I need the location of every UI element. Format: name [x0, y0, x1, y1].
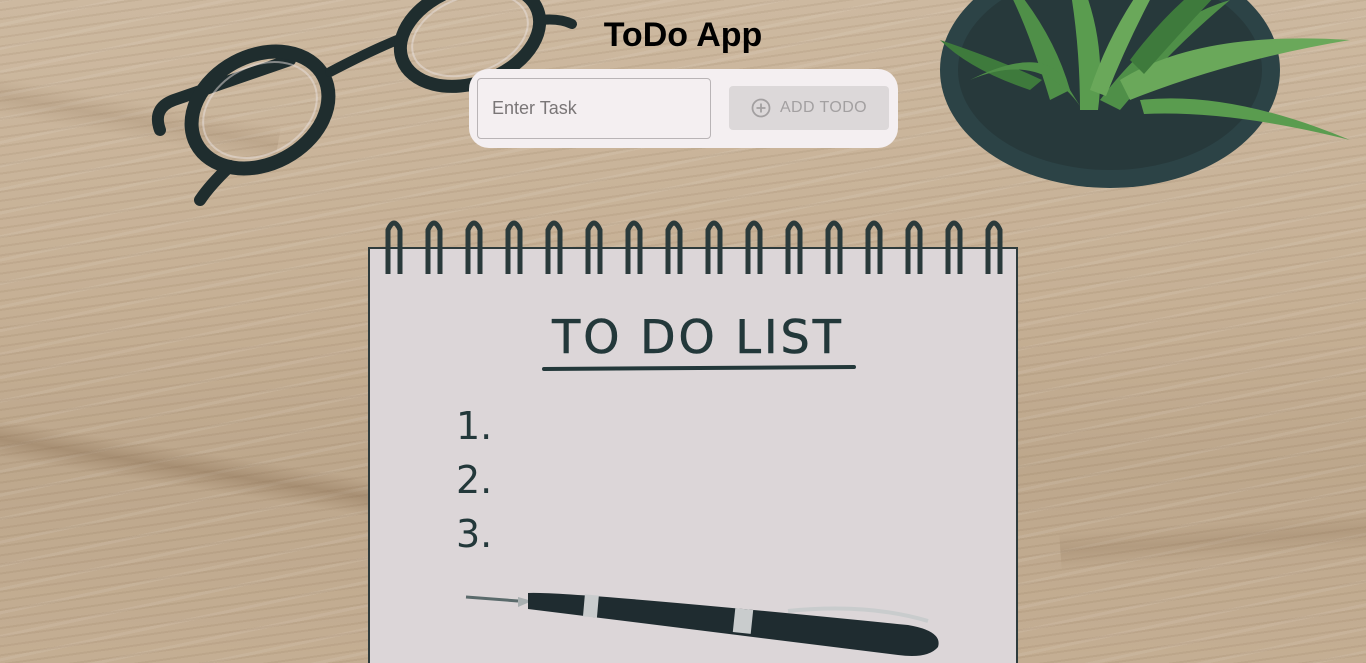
todo-form: ADD TODO	[469, 69, 898, 148]
notebook-item: 2.	[456, 458, 492, 502]
task-input[interactable]	[477, 78, 711, 139]
app-background: TO DO LIST 1. 2. 3. ToDo App ADD TODO	[0, 0, 1366, 663]
notebook-content: TO DO LIST 1. 2. 3.	[456, 310, 939, 656]
notebook-item: 3.	[456, 512, 492, 556]
notebook-item: 1.	[456, 404, 492, 448]
plus-circle-icon	[751, 98, 771, 118]
pen-image	[465, 592, 939, 656]
notebook-heading: TO DO LIST	[551, 310, 844, 364]
wood-grain	[1059, 507, 1366, 571]
add-todo-button[interactable]: ADD TODO	[729, 86, 889, 130]
add-todo-button-label: ADD TODO	[779, 99, 868, 116]
app-title: ToDo App	[603, 16, 763, 54]
